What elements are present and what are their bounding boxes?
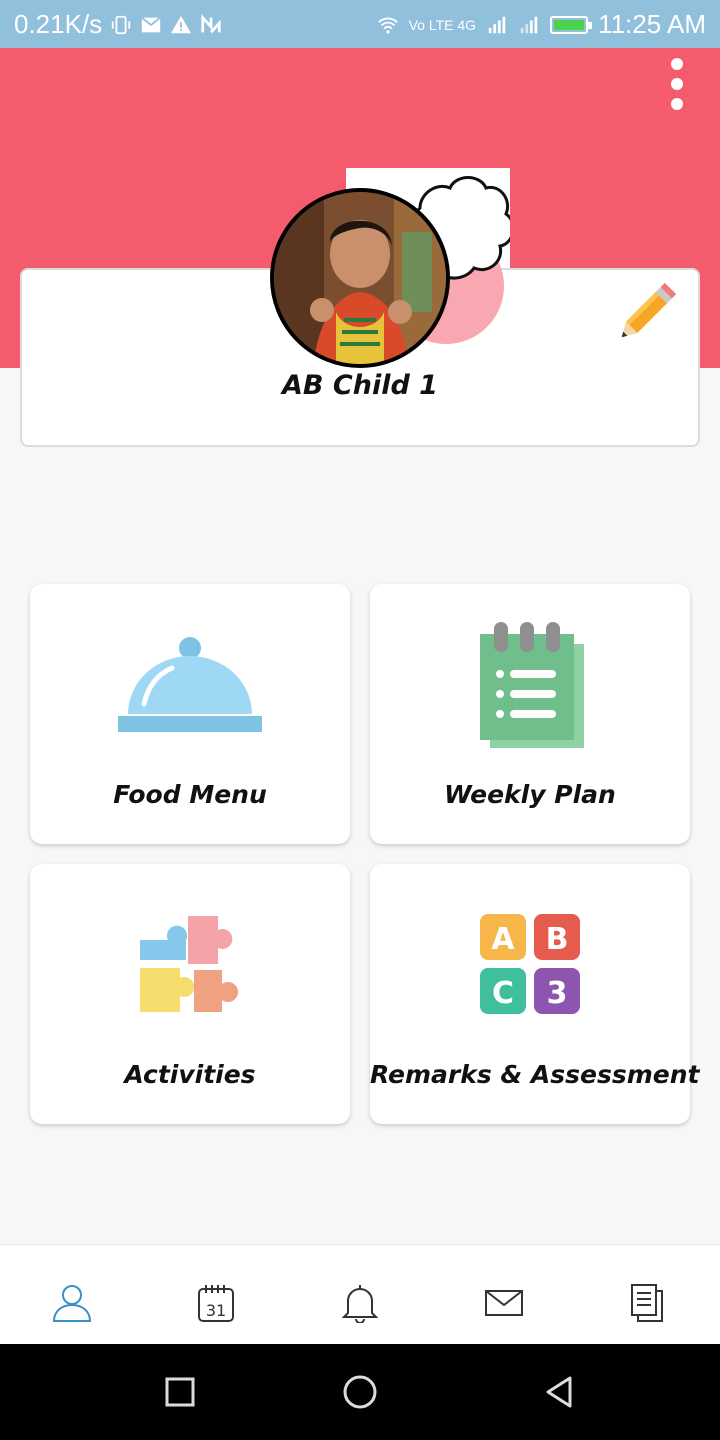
child-name: AB Child 1: [282, 370, 438, 401]
food-cloche-icon: [118, 637, 262, 732]
battery-icon: [550, 15, 593, 34]
tile-label: Food Menu: [113, 780, 267, 809]
svg-text:C: C: [492, 976, 514, 1011]
puzzle-icon: [140, 916, 238, 1012]
profile-icon[interactable]: [52, 1283, 92, 1323]
warning-icon: [171, 15, 192, 33]
remarks-assessment-tile[interactable]: A B C 3 Remarks & Assessment: [370, 864, 700, 1124]
signal-icon: [488, 16, 506, 33]
more-vertical-icon[interactable]: [670, 58, 684, 110]
tile-label: Activities: [124, 1060, 256, 1089]
svg-text:3: 3: [547, 976, 568, 1011]
nfc-icon: [201, 13, 221, 33]
bell-icon[interactable]: [340, 1283, 380, 1323]
recents-icon[interactable]: [162, 1374, 198, 1410]
bottom-navigation: 31: [0, 1244, 720, 1344]
mail-icon: [141, 16, 161, 32]
calendar-date: 31: [206, 1301, 226, 1320]
child-photo: [274, 192, 446, 364]
documents-icon[interactable]: [628, 1283, 668, 1323]
home-icon[interactable]: [342, 1374, 378, 1410]
svg-text:B: B: [546, 922, 569, 957]
weekly-plan-tile[interactable]: Weekly Plan: [370, 584, 690, 844]
network-type: Vo LTE 4G: [408, 16, 477, 33]
status-left: 0.21K/s: [14, 9, 222, 40]
calendar-icon[interactable]: 31: [196, 1283, 236, 1323]
vibrate-icon: [112, 15, 131, 34]
pencil-icon[interactable]: [616, 276, 684, 342]
wifi-icon: [377, 17, 398, 34]
status-bar: 0.21K/s Vo LTE 4G 11:25 AM: [0, 0, 720, 48]
tile-label: Weekly Plan: [444, 780, 616, 809]
mail-icon[interactable]: [484, 1283, 524, 1323]
status-right: Vo LTE 4G 11:25 AM: [377, 9, 706, 40]
clock: 11:25 AM: [598, 9, 706, 39]
notepad-icon: [480, 622, 584, 748]
abc-blocks-icon: A B C 3: [480, 914, 580, 1014]
back-icon[interactable]: [542, 1374, 578, 1410]
child-avatar: [270, 188, 450, 368]
network-speed: 0.21K/s: [14, 9, 103, 39]
food-menu-tile[interactable]: Food Menu: [30, 584, 350, 844]
svg-text:A: A: [491, 922, 515, 957]
system-navigation-bar: [0, 1344, 720, 1440]
tile-label: Remarks & Assessment: [370, 1060, 700, 1089]
signal-icon-2: [520, 16, 538, 33]
activities-tile[interactable]: Activities: [30, 864, 350, 1124]
